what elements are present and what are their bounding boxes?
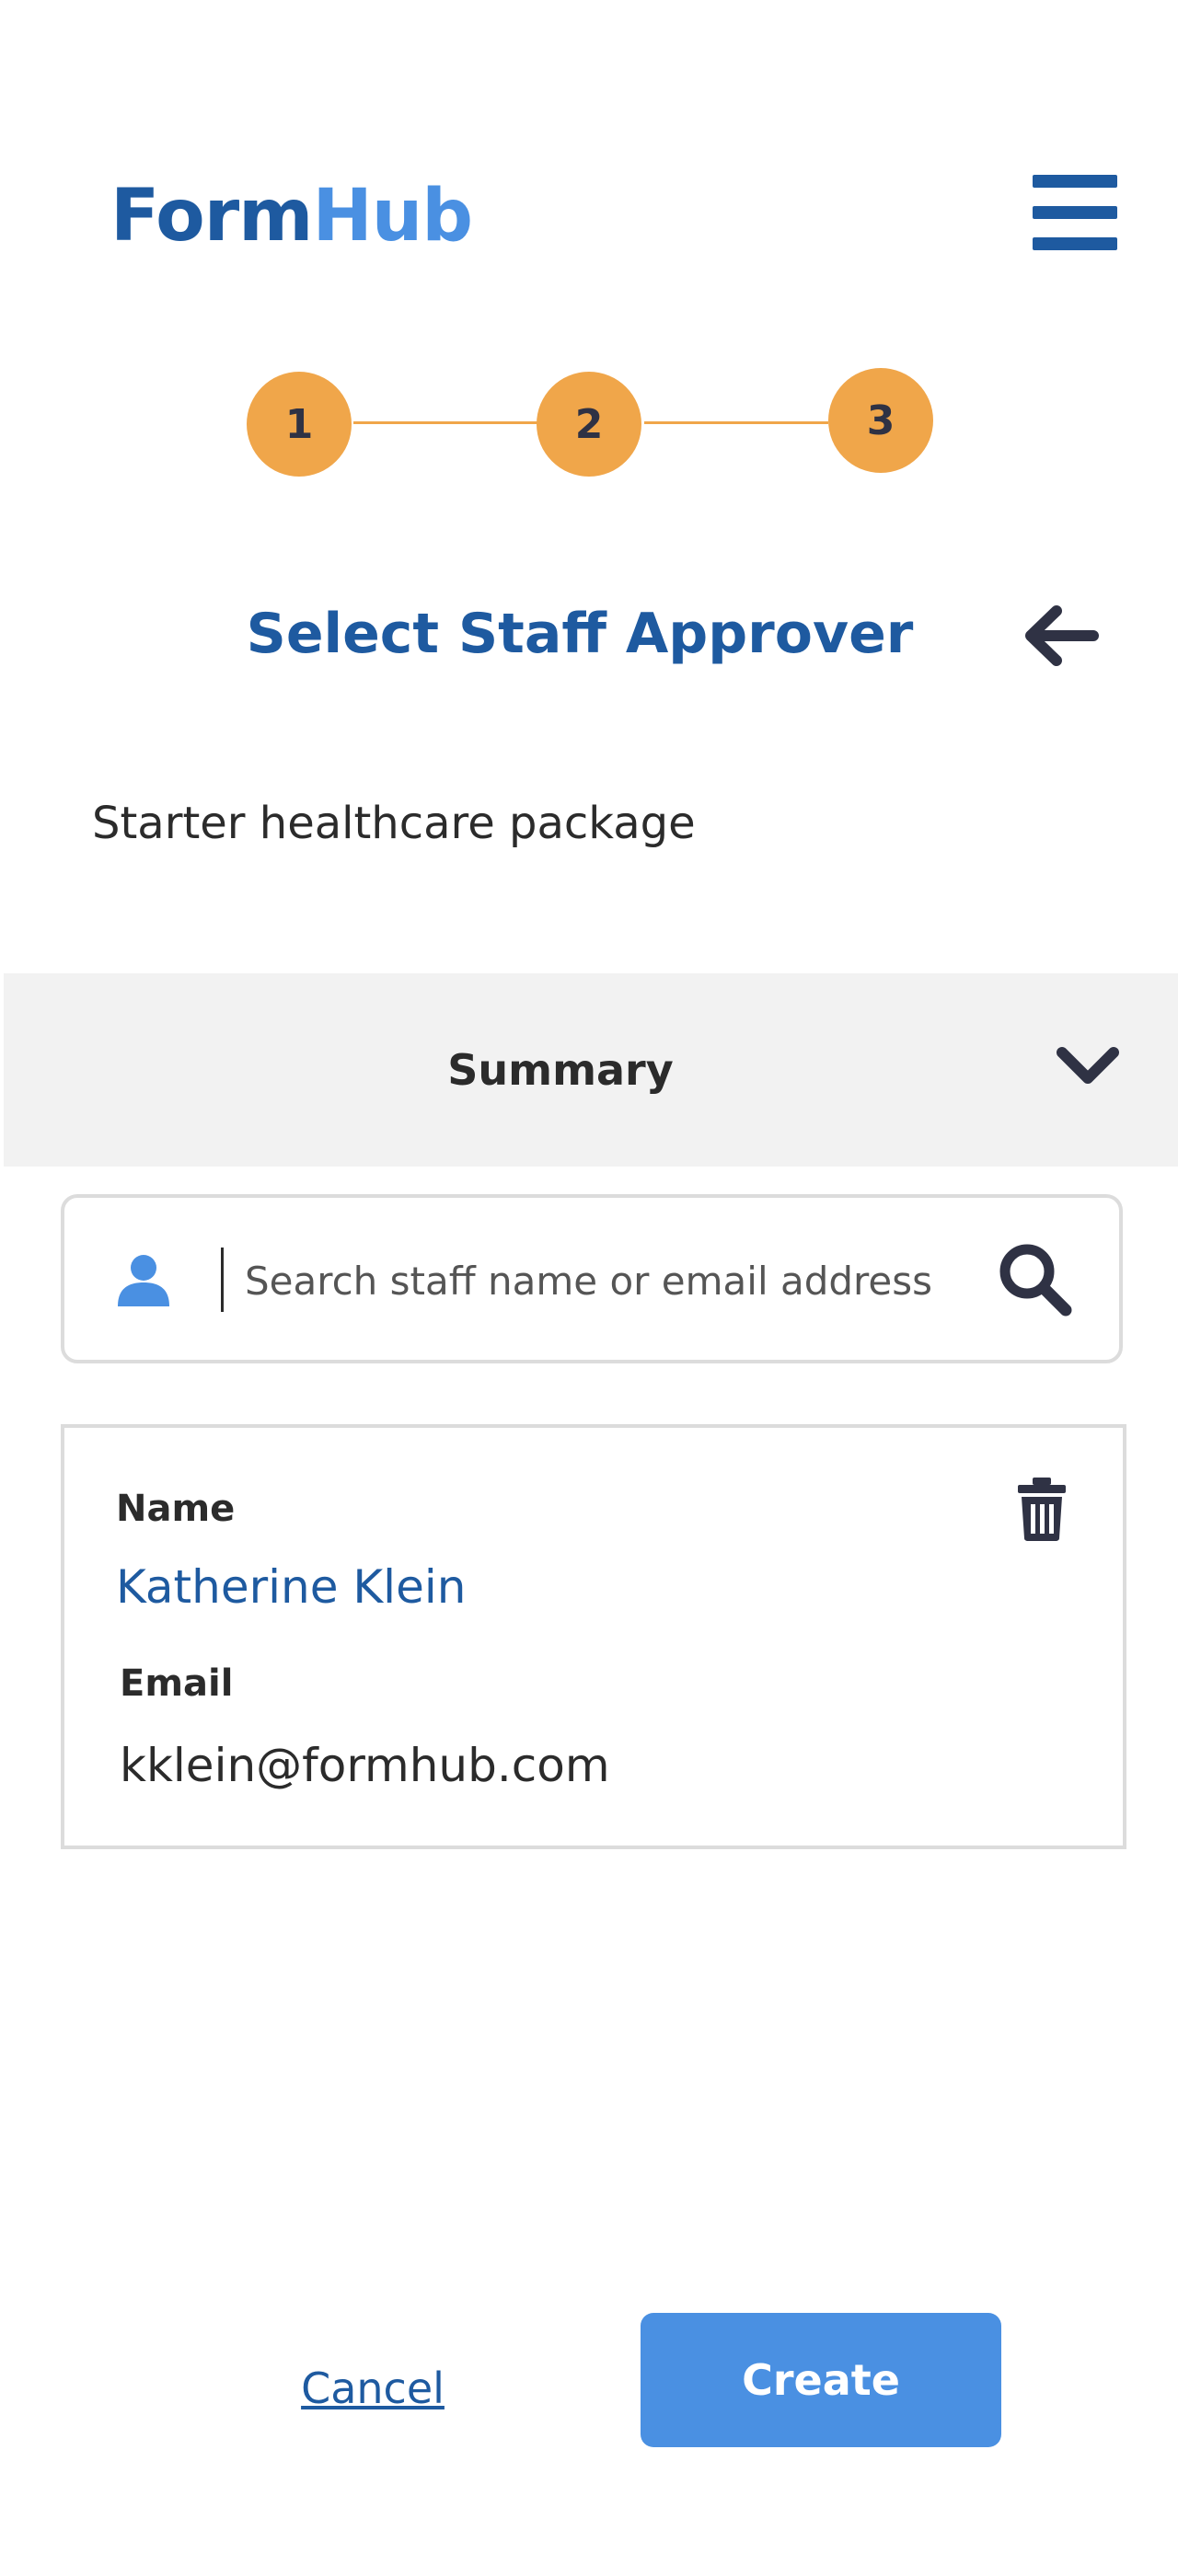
- menu-bar-middle: [1033, 206, 1117, 219]
- summary-label: Summary: [447, 1045, 674, 1095]
- staff-search-input[interactable]: [245, 1244, 963, 1317]
- user-icon: [114, 1249, 173, 1308]
- search-icon[interactable]: [994, 1238, 1077, 1321]
- arrow-left-icon[interactable]: [1020, 594, 1103, 677]
- stepper-connector-1: [353, 421, 537, 424]
- hamburger-menu-icon[interactable]: [1029, 171, 1121, 256]
- approver-name: Katherine Klein: [116, 1560, 467, 1614]
- staff-search-field: [61, 1194, 1123, 1363]
- logo-text-form: Form: [110, 175, 313, 258]
- step-3: 3: [828, 368, 933, 473]
- step-1: 1: [247, 372, 352, 477]
- email-label: Email: [120, 1662, 234, 1705]
- chevron-down-icon: [1051, 1038, 1125, 1093]
- logo-text-hub: Hub: [312, 175, 473, 258]
- stepper-connector-2: [644, 421, 828, 424]
- app-logo: FormHub: [110, 175, 473, 258]
- form-package-name: Starter healthcare package: [92, 798, 696, 849]
- step-2: 2: [537, 372, 641, 477]
- create-button[interactable]: Create: [641, 2313, 1001, 2447]
- name-label: Name: [116, 1488, 236, 1530]
- progress-stepper: 1 2 3: [0, 368, 1178, 478]
- selected-approver-card: Name Katherine Klein Email kklein@formhu…: [61, 1424, 1126, 1849]
- menu-bar-top: [1033, 175, 1117, 188]
- menu-bar-bottom: [1033, 237, 1117, 250]
- trash-icon[interactable]: [1014, 1476, 1069, 1542]
- cancel-link[interactable]: Cancel: [276, 2353, 469, 2423]
- summary-accordion[interactable]: Summary: [4, 973, 1178, 1167]
- approver-email: kklein@formhub.com: [120, 1739, 610, 1792]
- search-divider: [221, 1248, 224, 1312]
- page-title: Select Staff Approver: [246, 602, 914, 666]
